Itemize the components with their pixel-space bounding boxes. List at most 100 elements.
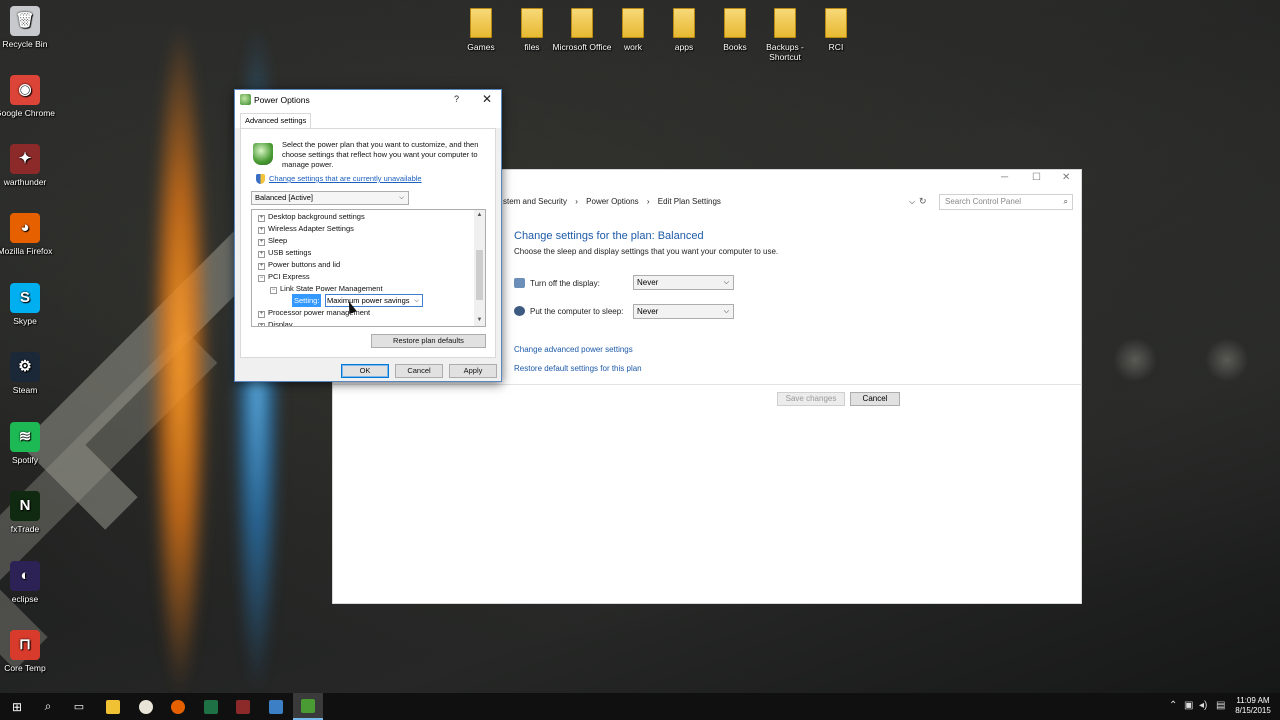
setting-label: Setting: (292, 294, 322, 307)
display-timeout-select[interactable]: Never ⌵ (633, 275, 734, 290)
desktop-shortcut[interactable]: ◉ Google Chrome (0, 75, 55, 118)
tree-item[interactable]: + Power buttons and lid (258, 260, 340, 270)
tree-item[interactable]: + USB settings (258, 248, 311, 258)
display-setting-label: Turn off the display: (514, 278, 600, 288)
power-options-dialog: Power Options ? ✕ Advanced settings Sele… (234, 89, 502, 382)
close-icon[interactable]: ✕ (1062, 172, 1070, 183)
help-icon[interactable]: ? (454, 94, 459, 104)
tree-item[interactable]: + Wireless Adapter Settings (258, 224, 354, 234)
dialog-titlebar: Power Options ? ✕ (235, 90, 501, 110)
collapse-icon[interactable]: − (270, 287, 277, 294)
spotify-icon: ≋ (10, 422, 40, 452)
desktop-shortcut-label: Recycle Bin (2, 39, 48, 49)
desktop-shortcut[interactable]: ◕ Mozilla Firefox (0, 213, 55, 256)
address-bar[interactable]: stem and Security › Power Options › Edit… (503, 193, 923, 210)
steam-icon: ⚙ (10, 352, 40, 382)
start-button[interactable]: ⊞ (2, 693, 32, 720)
minimize-icon[interactable]: ─ (1001, 172, 1008, 183)
folder-icon (825, 8, 847, 38)
folder-icon (571, 8, 593, 38)
restore-plan-defaults-button[interactable]: Restore plan defaults (371, 334, 486, 348)
apply-button[interactable]: Apply (449, 364, 497, 378)
uac-shield-icon (256, 174, 265, 184)
tab-advanced-settings[interactable]: Advanced settings (240, 113, 312, 128)
tree-item[interactable]: − Link State Power Management (270, 284, 383, 294)
desktop-shortcut-label: Spotify (12, 455, 38, 465)
expand-icon[interactable]: + (258, 215, 265, 222)
firefox-icon[interactable] (163, 693, 193, 720)
folder-icon (521, 8, 543, 38)
tree-item-label: Link State Power Management (280, 284, 383, 293)
control-panel-icon[interactable] (261, 693, 291, 720)
page-title: Change settings for the plan: Balanced (514, 230, 704, 242)
system-clock[interactable]: 11:09 AM 8/15/2015 (1228, 696, 1278, 716)
expand-icon[interactable]: + (258, 251, 265, 258)
dialog-title: Power Options (254, 95, 310, 105)
folder-icon (470, 8, 492, 38)
network-icon[interactable]: ▣ (1184, 700, 1193, 711)
ok-button[interactable]: OK (341, 364, 389, 378)
chevron-down-icon[interactable]: ⌵ (909, 193, 915, 210)
tree-scrollbar[interactable]: ▲ ▼ (474, 210, 485, 326)
breadcrumb-power-options[interactable]: Power Options (586, 197, 638, 206)
close-icon[interactable]: ✕ (482, 92, 492, 106)
desktop-shortcut[interactable]: ≋ Spotify (0, 422, 55, 465)
cancel-button[interactable]: Cancel (850, 392, 900, 406)
chevron-up-icon[interactable]: ⌃ (1169, 700, 1177, 711)
volume-icon[interactable]: ◂) (1199, 700, 1207, 711)
tree-item-label: PCI Express (268, 272, 310, 281)
task-view-icon[interactable]: ▭ (64, 693, 94, 720)
wallpaper-orb (1113, 338, 1157, 382)
scroll-thumb[interactable] (476, 250, 483, 300)
warthunder-icon[interactable] (228, 693, 258, 720)
tree-item[interactable]: + Desktop background settings (258, 212, 365, 222)
search-input[interactable]: Search Control Panel ⌕ (939, 194, 1073, 210)
sleep-setting-label: Put the computer to sleep: (514, 306, 623, 316)
restore-defaults-link[interactable]: Restore default settings for this plan (514, 364, 642, 373)
chevron-down-icon: ⌵ (414, 297, 419, 304)
expand-icon[interactable]: + (258, 311, 265, 318)
save-changes-button[interactable]: Save changes (777, 392, 845, 406)
maximize-icon[interactable]: ☐ (1032, 172, 1041, 183)
desktop-shortcut[interactable]: NfxTrade (0, 491, 55, 534)
app-icon[interactable] (131, 693, 161, 720)
breadcrumb-system-security[interactable]: stem and Security (503, 197, 567, 206)
expand-icon[interactable]: + (258, 227, 265, 234)
search-placeholder: Search Control Panel (945, 197, 1022, 206)
desktop-shortcut[interactable]: ⊓ Core Temp (0, 630, 55, 673)
desktop-shortcut[interactable]: S Skype (0, 283, 55, 326)
scroll-down-icon[interactable]: ▼ (474, 315, 485, 326)
search-icon[interactable]: ⌕ (1064, 195, 1068, 209)
power-plan-select[interactable]: Balanced [Active] ⌵ (251, 191, 409, 205)
desktop-shortcut[interactable]: ✦ warthunder (0, 144, 55, 187)
scroll-up-icon[interactable]: ▲ (474, 210, 485, 221)
desktop-shortcut[interactable]: ◐ eclipse (0, 561, 55, 604)
tree-item[interactable]: − PCI Express (258, 272, 310, 282)
change-unavailable-settings-link[interactable]: Change settings that are currently unava… (269, 174, 422, 183)
expand-icon[interactable]: + (258, 323, 265, 326)
search-icon[interactable]: ⌕ (33, 693, 63, 720)
fxtrade-icon: N (10, 491, 40, 521)
desktop-shortcut[interactable]: 🗑 Recycle Bin (0, 6, 55, 49)
desktop-shortcut[interactable]: ⚙ Steam (0, 352, 55, 395)
change-advanced-settings-link[interactable]: Change advanced power settings (514, 345, 633, 354)
settings-tree[interactable]: Setting: Maximum power savings ⌵ ▲ ▼ + Des… (251, 209, 486, 327)
sleep-timeout-select[interactable]: Never ⌵ (633, 304, 734, 319)
cancel-button[interactable]: Cancel (395, 364, 443, 378)
link-state-setting-select[interactable]: Maximum power savings ⌵ (325, 294, 423, 307)
power-options-icon[interactable] (293, 693, 323, 720)
tab-strip: Advanced settings (235, 110, 501, 128)
folder-icon (724, 8, 746, 38)
breadcrumb-edit-plan[interactable]: Edit Plan Settings (658, 197, 721, 206)
refresh-icon[interactable]: ↻ (919, 196, 927, 207)
file-explorer-icon[interactable] (98, 693, 128, 720)
expand-icon[interactable]: + (258, 263, 265, 270)
tree-item[interactable]: + Display (258, 320, 293, 326)
collapse-icon[interactable]: − (258, 275, 265, 282)
expand-icon[interactable]: + (258, 239, 265, 246)
tree-item[interactable]: + Sleep (258, 236, 287, 246)
desktop-shortcut-label: warthunder (3, 177, 47, 187)
notifications-icon[interactable]: ▤ (1216, 700, 1225, 711)
desktop-folder[interactable]: RCI (806, 8, 866, 52)
excel-icon[interactable] (196, 693, 226, 720)
